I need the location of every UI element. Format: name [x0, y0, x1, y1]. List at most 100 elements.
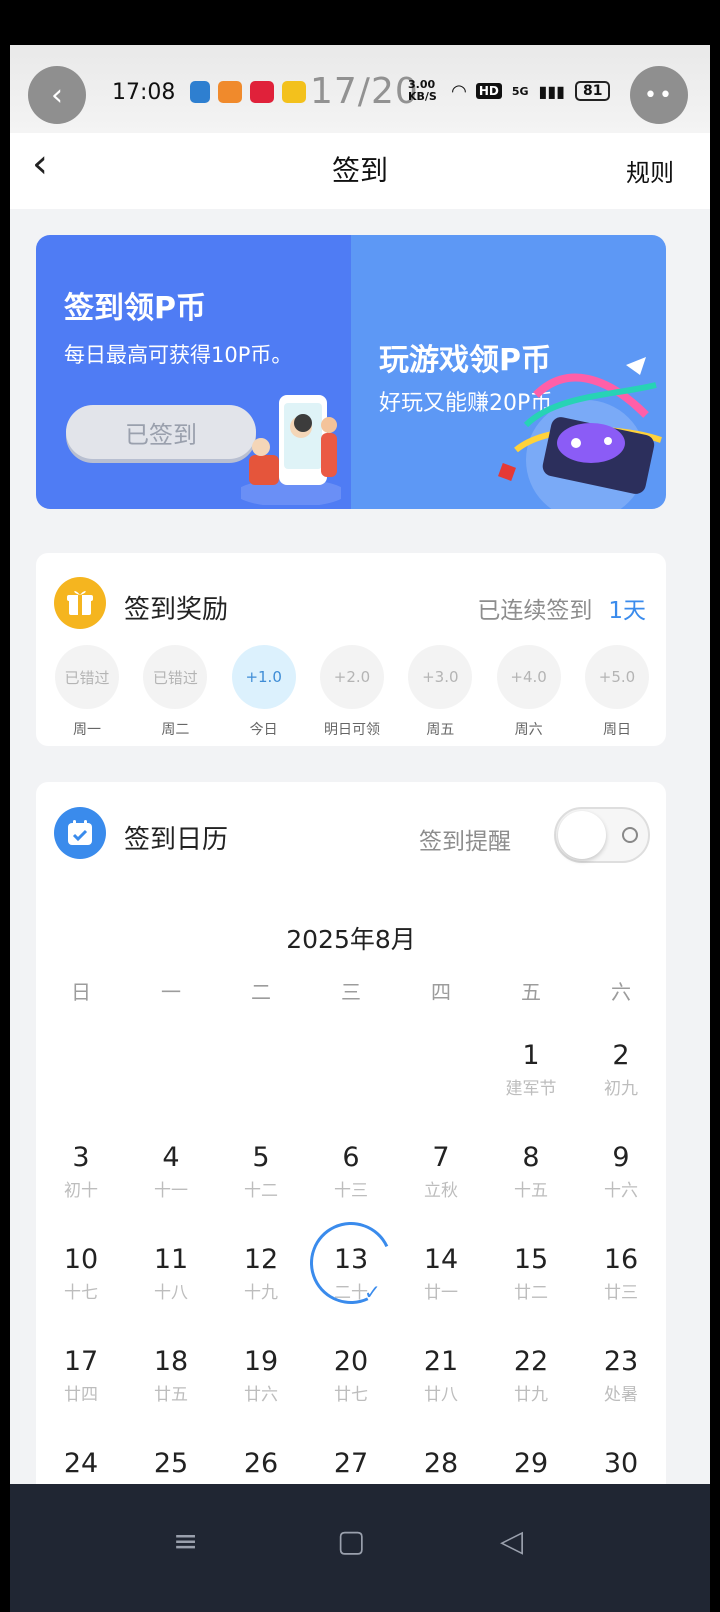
- lunar-date: 处暑: [604, 1385, 638, 1405]
- day-number: 27: [333, 1448, 369, 1479]
- back-nav-icon[interactable]: ◁: [500, 1524, 523, 1559]
- calendar-title: 签到日历: [124, 825, 229, 855]
- lunar-date: 廿二: [514, 1283, 548, 1303]
- calendar-day[interactable]: ✓ 13 二十: [298, 1210, 404, 1346]
- day-number: 22: [513, 1346, 549, 1377]
- lunar-date: 廿四: [64, 1385, 98, 1405]
- weekday-label: 五: [521, 980, 541, 1004]
- calendar-day[interactable]: 2 初九: [576, 1040, 666, 1142]
- lunar-date: 初十: [64, 1181, 98, 1201]
- weekday-header: 日一二三四五六: [36, 976, 666, 1005]
- calendar-day[interactable]: 23 处暑: [576, 1346, 666, 1448]
- promo-banner: 签到领P币 每日最高可获得10P币。 已签到 玩游戏领P币 好玩又能赚20P币: [36, 235, 666, 509]
- calendar-day[interactable]: 21 廿八: [396, 1346, 486, 1448]
- lunar-date: 十一: [154, 1181, 188, 1201]
- day-number: 6: [342, 1142, 360, 1173]
- reward-day-label: 周二: [161, 722, 190, 738]
- game-banner[interactable]: 玩游戏领P币 好玩又能赚20P币: [351, 235, 666, 509]
- checkin-banner[interactable]: 签到领P币 每日最高可获得10P币。 已签到: [36, 235, 351, 509]
- calendar-day[interactable]: 18 廿五: [126, 1346, 216, 1448]
- day-number: 25: [153, 1448, 189, 1479]
- weekday-label: 二: [251, 980, 271, 1004]
- lunar-date: 十二: [244, 1181, 278, 1201]
- reward-day: +5.0 周日: [582, 645, 652, 739]
- status-time: 17:08: [112, 80, 176, 105]
- reward-value: +5.0: [584, 645, 649, 709]
- game-controller-illustration: [498, 357, 662, 509]
- calendar-day[interactable]: 3 初十: [36, 1142, 126, 1244]
- day-number: 11: [153, 1244, 189, 1275]
- page-title: 签到: [331, 154, 388, 187]
- signed-button[interactable]: 已签到: [66, 405, 256, 459]
- calendar-day[interactable]: 4 十一: [126, 1142, 216, 1244]
- calendar-day[interactable]: 12 十九: [216, 1244, 306, 1346]
- menu-icon[interactable]: ≡: [173, 1524, 198, 1559]
- calendar-day[interactable]: 11 十八: [126, 1244, 216, 1346]
- day-number: 30: [603, 1448, 639, 1479]
- reward-day-label: 今日: [249, 722, 278, 738]
- calendar-empty-cell: [126, 1040, 216, 1142]
- lunar-date: 廿三: [604, 1283, 638, 1303]
- calendar-day[interactable]: 7 立秋: [396, 1142, 486, 1244]
- calendar-day[interactable]: 20 廿七: [306, 1346, 396, 1448]
- calendar-day[interactable]: 22 廿九: [486, 1346, 576, 1448]
- day-number: 8: [522, 1142, 540, 1173]
- calendar-day[interactable]: 1 建军节: [486, 1040, 576, 1142]
- status-bar: ‹ 17:08 17/20 3.00 KB/S ◠ HD 5G ▮▮▮ 81 •…: [10, 45, 710, 133]
- lunar-date: 十七: [64, 1283, 98, 1303]
- day-number: 19: [243, 1346, 279, 1377]
- calendar-day[interactable]: 19 廿六: [216, 1346, 306, 1448]
- day-number: 21: [423, 1346, 459, 1377]
- reward-day-label: 周五: [426, 722, 455, 738]
- calendar-day[interactable]: 10 十七: [36, 1244, 126, 1346]
- weekday-label: 六: [611, 980, 631, 1004]
- notification-icons: [190, 81, 306, 103]
- toggle-knob: [558, 811, 606, 859]
- battery-icon: 81: [574, 81, 611, 101]
- home-icon[interactable]: ▢: [337, 1524, 365, 1559]
- reward-value: +2.0: [319, 645, 384, 709]
- calendar-icon: [54, 807, 106, 859]
- rewards-card: 签到奖励 已连续签到 1天 已错过 周一 已错过 周二 +1.0 今日 +2.0 明日可领 +3.…: [36, 553, 666, 746]
- lunar-date: 廿七: [334, 1385, 368, 1405]
- day-number: 26: [243, 1448, 279, 1479]
- reward-value: +3.0: [408, 645, 473, 709]
- calendar-day[interactable]: 9 十六: [576, 1142, 666, 1244]
- viewer-more-icon[interactable]: ••: [630, 66, 688, 124]
- day-number: 18: [153, 1346, 189, 1377]
- day-number: 9: [612, 1142, 630, 1173]
- calendar-day[interactable]: 16 廿三: [576, 1244, 666, 1346]
- checkin-banner-title: 签到领P币: [64, 291, 206, 326]
- net-speed: 3.00 KB/S: [408, 78, 437, 103]
- gift-icon: [54, 577, 106, 629]
- viewer-back-icon[interactable]: ‹: [28, 66, 86, 124]
- calendar-day[interactable]: 8 十五: [486, 1142, 576, 1244]
- reward-day-label: 周日: [602, 722, 631, 738]
- reward-day: 已错过 周一: [52, 645, 122, 739]
- lunar-date: 廿六: [244, 1385, 278, 1405]
- day-number: 4: [162, 1142, 180, 1173]
- day-number: 29: [513, 1448, 549, 1479]
- calendar-empty-cell: [306, 1040, 396, 1142]
- rules-link[interactable]: 规则: [626, 153, 674, 188]
- reminder-toggle[interactable]: [554, 807, 650, 863]
- checkin-banner-subtitle: 每日最高可获得10P币。: [64, 343, 293, 367]
- day-number: 24: [63, 1448, 99, 1479]
- weekday-label: 一: [161, 980, 181, 1004]
- calendar-day[interactable]: 17 廿四: [36, 1346, 126, 1448]
- day-number: 16: [603, 1244, 639, 1275]
- reward-day: +2.0 明日可领: [317, 645, 387, 739]
- calendar-day[interactable]: 15 廿二: [486, 1244, 576, 1346]
- reward-day-label: 明日可领: [323, 722, 380, 738]
- calendar-empty-cell: [36, 1040, 126, 1142]
- calendar-day[interactable]: 14 廿一: [396, 1244, 486, 1346]
- signal-icon: ▮▮▮: [538, 81, 565, 101]
- calendar-week: 17 廿四 18 廿五 19 廿六 20 廿七 21 廿八 22 廿九 23 处暑: [36, 1346, 666, 1448]
- reward-day-label: 周一: [73, 722, 101, 738]
- calendar-day[interactable]: 5 十二: [216, 1142, 306, 1244]
- lunar-date: 十三: [334, 1181, 368, 1201]
- streak-days: 1天: [608, 598, 646, 624]
- hd-icon: HD: [475, 83, 502, 99]
- checked-icon: ✓: [364, 1280, 381, 1304]
- day-number: 3: [72, 1142, 90, 1173]
